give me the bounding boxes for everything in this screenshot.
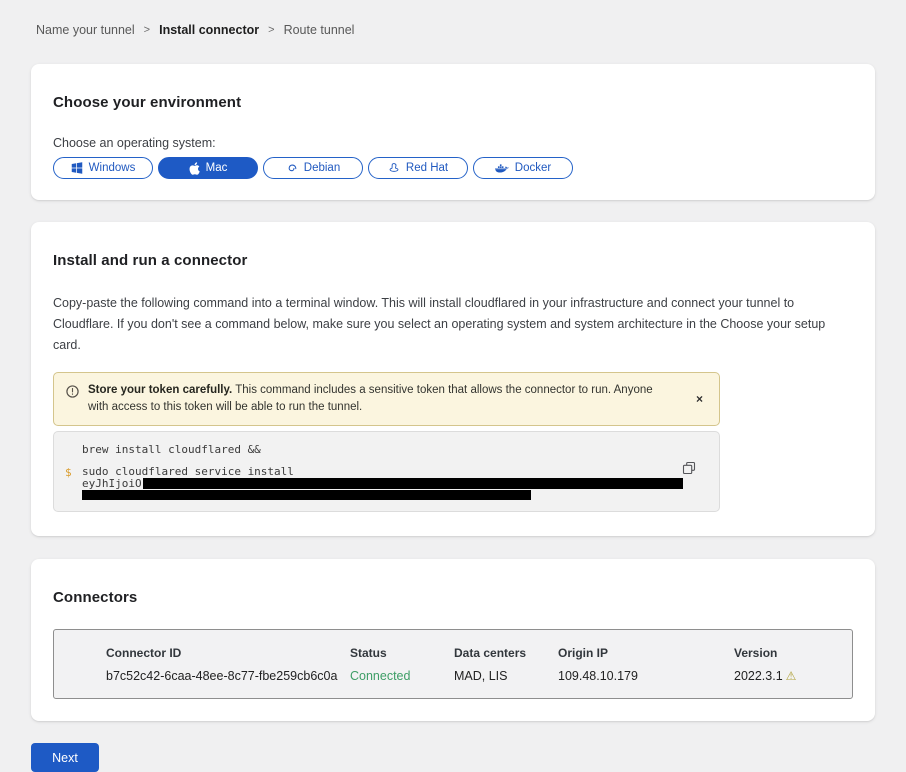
code-line-brew: brew install cloudflared && bbox=[82, 444, 719, 456]
close-icon[interactable]: × bbox=[696, 393, 707, 405]
header-status: Status bbox=[350, 646, 454, 660]
breadcrumb-separator: > bbox=[144, 24, 150, 36]
install-connector-card: Install and run a connector Copy-paste t… bbox=[31, 222, 875, 536]
os-button-label: Red Hat bbox=[406, 162, 448, 174]
apple-icon bbox=[189, 162, 200, 175]
connectors-card: Connectors Connector ID Status Data cent… bbox=[31, 559, 875, 721]
warning-triangle-icon: ⚠ bbox=[786, 669, 797, 683]
header-origin-ip: Origin IP bbox=[558, 646, 734, 660]
connectors-table: Connector ID Status Data centers Origin … bbox=[53, 629, 853, 699]
docker-icon bbox=[495, 163, 509, 174]
windows-icon bbox=[71, 162, 83, 174]
token-prefix: eyJhIjoiO bbox=[82, 477, 142, 490]
redacted-token-bar bbox=[143, 478, 683, 489]
os-button-row: Windows Mac Debian Red Hat Docker bbox=[53, 157, 853, 179]
redacted-token-bar bbox=[82, 490, 531, 500]
breadcrumb-name-your-tunnel[interactable]: Name your tunnel bbox=[36, 23, 135, 37]
info-circle-icon bbox=[66, 385, 79, 403]
install-command-code-block: brew install cloudflared && $ sudo cloud… bbox=[53, 431, 720, 512]
breadcrumb-separator: > bbox=[268, 24, 274, 36]
debian-icon bbox=[286, 162, 298, 174]
os-button-docker[interactable]: Docker bbox=[473, 157, 573, 179]
os-select-label: Choose an operating system: bbox=[53, 136, 853, 150]
connectors-card-title: Connectors bbox=[53, 589, 853, 606]
install-description: Copy-paste the following command into a … bbox=[53, 293, 847, 356]
code-line-sudo: sudo cloudflared service install bbox=[82, 466, 719, 478]
redhat-icon bbox=[388, 162, 400, 174]
version-value: 2022.3.1⚠ bbox=[734, 669, 852, 683]
os-button-redhat[interactable]: Red Hat bbox=[368, 157, 468, 179]
next-button[interactable]: Next bbox=[31, 743, 99, 772]
connector-id-value: b7c52c42-6caa-48ee-8c77-fbe259cb6c0a bbox=[106, 669, 350, 683]
warning-title: Store your token carefully. bbox=[88, 384, 232, 396]
os-button-windows[interactable]: Windows bbox=[53, 157, 153, 179]
os-button-label: Docker bbox=[515, 162, 551, 174]
shell-prompt: $ bbox=[65, 466, 72, 479]
origin-ip-value: 109.48.10.179 bbox=[558, 669, 734, 683]
breadcrumb-route-tunnel[interactable]: Route tunnel bbox=[284, 23, 355, 37]
header-data-centers: Data centers bbox=[454, 646, 558, 660]
version-number: 2022.3.1 bbox=[734, 669, 783, 683]
os-button-label: Windows bbox=[89, 162, 136, 174]
os-button-label: Mac bbox=[206, 162, 228, 174]
os-button-label: Debian bbox=[304, 162, 340, 174]
install-card-title: Install and run a connector bbox=[53, 252, 847, 269]
os-button-debian[interactable]: Debian bbox=[263, 157, 363, 179]
os-button-mac[interactable]: Mac bbox=[158, 157, 258, 179]
header-connector-id: Connector ID bbox=[106, 646, 350, 660]
environment-card-title: Choose your environment bbox=[53, 94, 853, 111]
copy-icon[interactable] bbox=[682, 461, 696, 475]
header-version: Version bbox=[734, 646, 852, 660]
code-line-token: eyJhIjoiO bbox=[82, 478, 719, 490]
status-badge: Connected bbox=[350, 669, 454, 683]
choose-environment-card: Choose your environment Choose an operat… bbox=[31, 64, 875, 200]
connectors-table-header: Connector ID Status Data centers Origin … bbox=[106, 646, 852, 660]
breadcrumb-install-connector[interactable]: Install connector bbox=[159, 23, 259, 37]
warning-message: Store your token carefully. This command… bbox=[88, 382, 696, 416]
table-row: b7c52c42-6caa-48ee-8c77-fbe259cb6c0a Con… bbox=[106, 669, 852, 683]
data-centers-value: MAD, LIS bbox=[454, 669, 558, 683]
breadcrumb: Name your tunnel > Install connector > R… bbox=[0, 0, 906, 37]
token-warning-banner: Store your token carefully. This command… bbox=[53, 372, 720, 426]
